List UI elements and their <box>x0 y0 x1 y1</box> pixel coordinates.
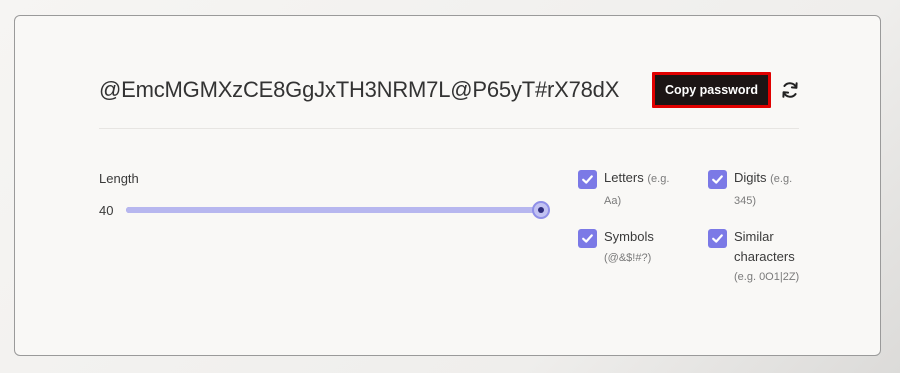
slider-thumb-dot <box>538 207 544 213</box>
symbols-checkbox[interactable] <box>578 229 597 248</box>
option-symbols[interactable]: Symbols (@&$!#?) <box>578 227 688 268</box>
digits-text: Digits (e.g. 345) <box>734 168 804 211</box>
similar-characters-text: Similar characters (e.g. 0O1|2Z) <box>734 227 802 288</box>
option-letters[interactable]: Letters (e.g. Aa) <box>578 168 688 211</box>
copy-password-highlight: Copy password <box>652 72 771 108</box>
letters-checkbox[interactable] <box>578 170 597 189</box>
check-icon <box>712 175 723 184</box>
similar-characters-label: Similar characters <box>734 229 795 264</box>
copy-password-button[interactable]: Copy password <box>665 83 758 97</box>
letters-label: Letters <box>604 170 644 185</box>
length-value: 40 <box>99 203 114 218</box>
password-row: @EmcMGMXzCE8GgJxTH3NRM7L@P65yT#rX78dX Co… <box>99 72 799 108</box>
symbols-text: Symbols (@&$!#?) <box>604 227 674 268</box>
check-icon <box>712 234 723 243</box>
option-similar-characters[interactable]: Similar characters (e.g. 0O1|2Z) <box>708 227 808 288</box>
letters-text: Letters (e.g. Aa) <box>604 168 682 211</box>
symbols-example: (@&$!#?) <box>604 251 652 264</box>
check-icon <box>582 234 593 243</box>
digits-checkbox[interactable] <box>708 170 727 189</box>
slider-thumb[interactable] <box>532 201 550 219</box>
check-icon <box>582 175 593 184</box>
option-digits[interactable]: Digits (e.g. 345) <box>708 168 808 211</box>
similar-characters-checkbox[interactable] <box>708 229 727 248</box>
divider <box>99 128 799 129</box>
length-slider[interactable] <box>126 201 550 219</box>
symbols-label: Symbols <box>604 229 654 244</box>
password-generator-card: @EmcMGMXzCE8GgJxTH3NRM7L@P65yT#rX78dX Co… <box>14 15 881 356</box>
refresh-icon[interactable] <box>780 80 800 100</box>
length-label: Length <box>99 171 139 186</box>
slider-fill <box>126 207 550 213</box>
similar-characters-example: (e.g. 0O1|2Z) <box>734 271 800 283</box>
digits-label: Digits <box>734 170 767 185</box>
generated-password[interactable]: @EmcMGMXzCE8GgJxTH3NRM7L@P65yT#rX78dX <box>99 76 631 104</box>
